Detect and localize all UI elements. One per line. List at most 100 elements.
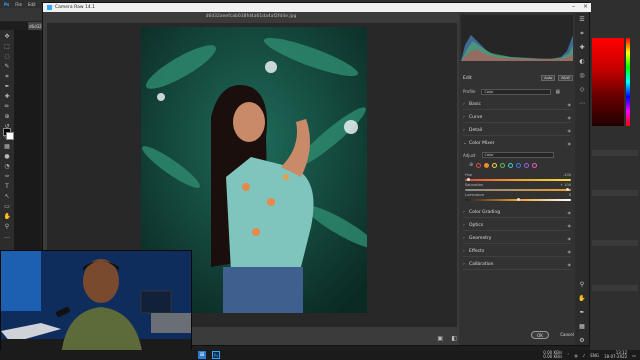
type-icon[interactable]: T — [4, 183, 11, 190]
sampler-icon[interactable]: ✒ — [578, 309, 586, 317]
panel-row[interactable] — [592, 190, 638, 196]
color-picker-field[interactable] — [592, 38, 624, 126]
dodge-icon[interactable]: ◔ — [4, 163, 11, 170]
photoshop-taskbar-icon[interactable]: Ps — [212, 351, 220, 359]
section-color-mixer[interactable]: ⌄ Color Mixer ◉ — [463, 138, 571, 149]
visibility-icon[interactable]: ◉ — [568, 249, 572, 254]
cancel-button[interactable]: Cancel — [557, 331, 577, 339]
close-icon[interactable]: × — [583, 3, 588, 10]
heal-icon[interactable]: ✚ — [578, 44, 586, 52]
visibility-icon[interactable]: ◉ — [568, 128, 572, 133]
hand-icon[interactable]: ✋ — [4, 213, 11, 220]
section-calibration[interactable]: › Calibration ◉ — [463, 259, 571, 270]
slider-value[interactable]: -100 — [563, 173, 571, 177]
visibility-icon[interactable]: ◉ — [568, 236, 572, 241]
visibility-icon[interactable]: ◉ — [568, 115, 572, 120]
windows-start-icon[interactable]: ⊞ — [198, 351, 206, 359]
stamp-icon[interactable]: ⊕ — [4, 113, 11, 120]
brush-icon[interactable]: ✏ — [4, 103, 11, 110]
chevron-up-icon[interactable]: ˄ — [567, 353, 569, 358]
zoom-icon[interactable]: ⚲ — [578, 281, 586, 289]
visibility-icon[interactable]: ◉ — [568, 141, 572, 146]
eyedropper-icon[interactable]: ✒ — [4, 83, 11, 90]
lasso-icon[interactable]: ◌ — [4, 53, 11, 60]
crop-icon[interactable]: ⌗ — [4, 73, 11, 80]
minimize-icon[interactable]: – — [572, 3, 575, 10]
quick-select-icon[interactable]: ✎ — [4, 63, 11, 70]
hand-icon[interactable]: ✋ — [578, 295, 586, 303]
bw-button[interactable]: B&W — [558, 75, 573, 81]
ps-logo[interactable]: Ps — [4, 2, 9, 7]
compare-view-icon[interactable]: ▣ — [437, 335, 443, 342]
color-swatch[interactable] — [524, 162, 530, 168]
section-curve[interactable]: › Curve ◉ — [463, 112, 571, 123]
slider-thumb[interactable] — [516, 198, 520, 201]
section-effects[interactable]: › Effects ◉ — [463, 246, 571, 257]
target-adjust-icon[interactable]: ⊕ — [469, 162, 473, 168]
shape-icon[interactable]: ▭ — [4, 203, 11, 210]
move-icon[interactable]: ✥ — [4, 33, 11, 40]
masking-icon[interactable]: ◐ — [578, 58, 586, 66]
menu-edit[interactable]: Edit — [28, 2, 36, 7]
luminance-slider[interactable]: Luminance 0 — [465, 193, 571, 203]
visibility-icon[interactable]: ◉ — [568, 223, 572, 228]
ok-button[interactable]: OK — [531, 331, 549, 339]
menu-file[interactable]: File — [15, 2, 22, 7]
color-swatch[interactable] — [516, 162, 522, 168]
blur-icon[interactable]: ● — [4, 153, 11, 160]
settings-icon[interactable]: ⚙ — [578, 337, 586, 345]
auto-button[interactable]: Auto — [541, 75, 556, 81]
visibility-icon[interactable]: ◉ — [568, 262, 572, 267]
slider-value[interactable]: 0 — [569, 193, 571, 197]
panel-row[interactable] — [592, 240, 638, 246]
marquee-icon[interactable]: ⬚ — [4, 43, 11, 50]
notification-icon[interactable]: ▭ — [632, 353, 636, 358]
color-swatch[interactable] — [484, 162, 490, 168]
edit-tool-icon[interactable]: ☰ — [578, 16, 586, 24]
section-detail[interactable]: › Detail ◉ — [463, 125, 571, 136]
gradient-icon[interactable]: ▦ — [4, 143, 11, 150]
network-icon[interactable]: ◍ — [574, 353, 578, 358]
profile-select[interactable]: Color — [481, 88, 552, 95]
path-select-icon[interactable]: ↖ — [4, 193, 11, 200]
section-basic[interactable]: › Basic ◉ — [463, 99, 571, 110]
section-optics[interactable]: › Optics ◉ — [463, 220, 571, 231]
profile-browser-icon[interactable]: ▦ — [555, 89, 560, 95]
visibility-icon[interactable]: ◉ — [568, 210, 572, 215]
red-eye-icon[interactable]: ◎ — [578, 72, 586, 80]
slider-thumb[interactable] — [565, 188, 569, 191]
hue-slider[interactable]: Hue -100 — [465, 173, 571, 183]
crop-icon[interactable]: ⌗ — [578, 30, 586, 38]
slider-track[interactable] — [465, 179, 571, 181]
color-swatch[interactable] — [492, 162, 498, 168]
clock-date[interactable]: 18-07-2022 — [604, 355, 627, 359]
background-color-swatch[interactable] — [6, 132, 14, 140]
panel-row[interactable] — [592, 285, 638, 291]
saturation-slider[interactable]: Saturation + 100 — [465, 183, 571, 193]
hue-slider[interactable] — [626, 38, 630, 126]
slider-value[interactable]: + 100 — [560, 183, 571, 187]
more-icon[interactable]: ⋯ — [578, 100, 586, 108]
color-swatch[interactable] — [476, 162, 482, 168]
edit-label: Edit — [463, 75, 472, 81]
healing-icon[interactable]: ✚ — [4, 93, 11, 100]
zoom-icon[interactable]: ⚲ — [4, 223, 11, 230]
color-swatch[interactable] — [508, 162, 514, 168]
section-geometry[interactable]: › Geometry ◉ — [463, 233, 571, 244]
adjust-select[interactable]: Color — [481, 152, 554, 158]
section-color-grading[interactable]: › Color Grading ◉ — [463, 207, 571, 218]
visibility-icon[interactable]: ◉ — [568, 102, 572, 107]
slider-track[interactable] — [465, 189, 571, 191]
pen-icon[interactable]: ✑ — [4, 173, 11, 180]
color-swatch[interactable] — [532, 162, 538, 168]
color-swatch[interactable] — [500, 162, 506, 168]
slider-thumb[interactable] — [467, 178, 471, 181]
presets-icon[interactable]: ◇ — [578, 86, 586, 94]
language-indicator[interactable]: ENG — [590, 353, 599, 358]
adjust-row: Adjust Color — [463, 151, 571, 159]
more-icon[interactable]: … — [4, 233, 11, 240]
panel-row[interactable] — [592, 150, 638, 156]
volume-icon[interactable]: ♪ — [583, 353, 586, 358]
grid-icon[interactable]: ▦ — [578, 323, 586, 331]
preview-settings-icon[interactable]: ◧ — [451, 335, 457, 342]
